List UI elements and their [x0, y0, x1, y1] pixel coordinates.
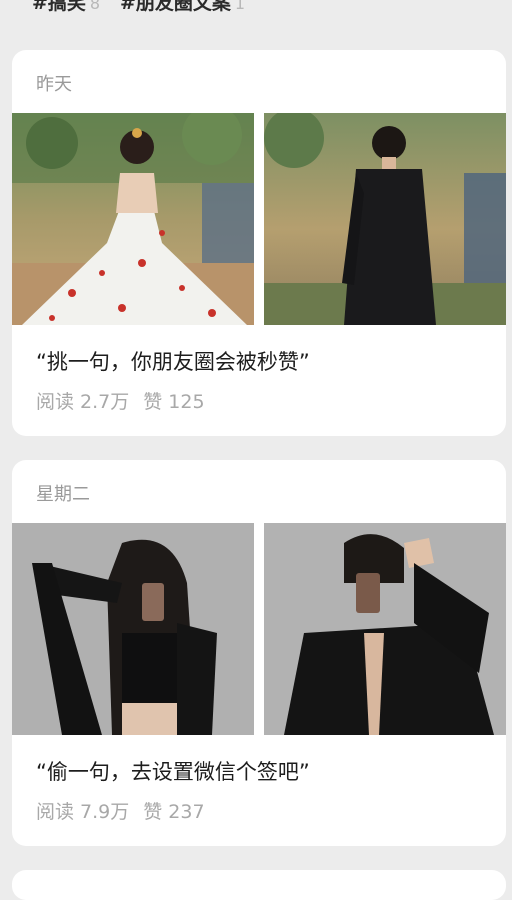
read-count: 阅读 2.7万 — [36, 391, 130, 413]
topic-tag-row: #搞笑 8 #朋友圈文案 1 — [0, 0, 512, 15]
read-count: 阅读 7.9万 — [36, 801, 130, 823]
post-card[interactable]: 星期二 “偷一句，去设置微信个签吧” 阅读 7.9万 赞 237 — [12, 460, 506, 846]
topic-tag-label: #搞笑 — [32, 0, 86, 14]
topic-tag-count: 1 — [234, 0, 246, 13]
like-count: 赞 125 — [143, 391, 205, 413]
post-card[interactable]: 昨天 “挑一句，你朋友圈会被秒赞” 阅读 2.7万 赞 125 — [12, 50, 506, 436]
post-stats: 阅读 7.9万赞 237 — [36, 797, 219, 824]
post-quote[interactable]: “挑一句，你朋友圈会被秒赞” — [36, 346, 310, 376]
post-quote[interactable]: “偷一句，去设置微信个签吧” — [36, 756, 310, 786]
topic-tag-label: #朋友圈文案 — [120, 0, 231, 14]
topic-tag-pengyouquan[interactable]: #朋友圈文案 1 — [120, 0, 245, 15]
post-image-boy-selfie[interactable] — [264, 523, 506, 735]
post-card-partial[interactable] — [12, 870, 506, 900]
post-image-groom[interactable] — [264, 113, 506, 325]
post-day-label: 昨天 — [36, 74, 72, 95]
post-day-label: 星期二 — [36, 484, 90, 505]
topic-tag-count: 8 — [89, 0, 101, 13]
post-image-girl-selfie[interactable] — [12, 523, 254, 735]
post-image-bride[interactable] — [12, 113, 254, 325]
post-stats: 阅读 2.7万赞 125 — [36, 387, 219, 414]
topic-tag-gaoxiao[interactable]: #搞笑 8 — [32, 0, 100, 15]
like-count: 赞 237 — [143, 801, 205, 823]
